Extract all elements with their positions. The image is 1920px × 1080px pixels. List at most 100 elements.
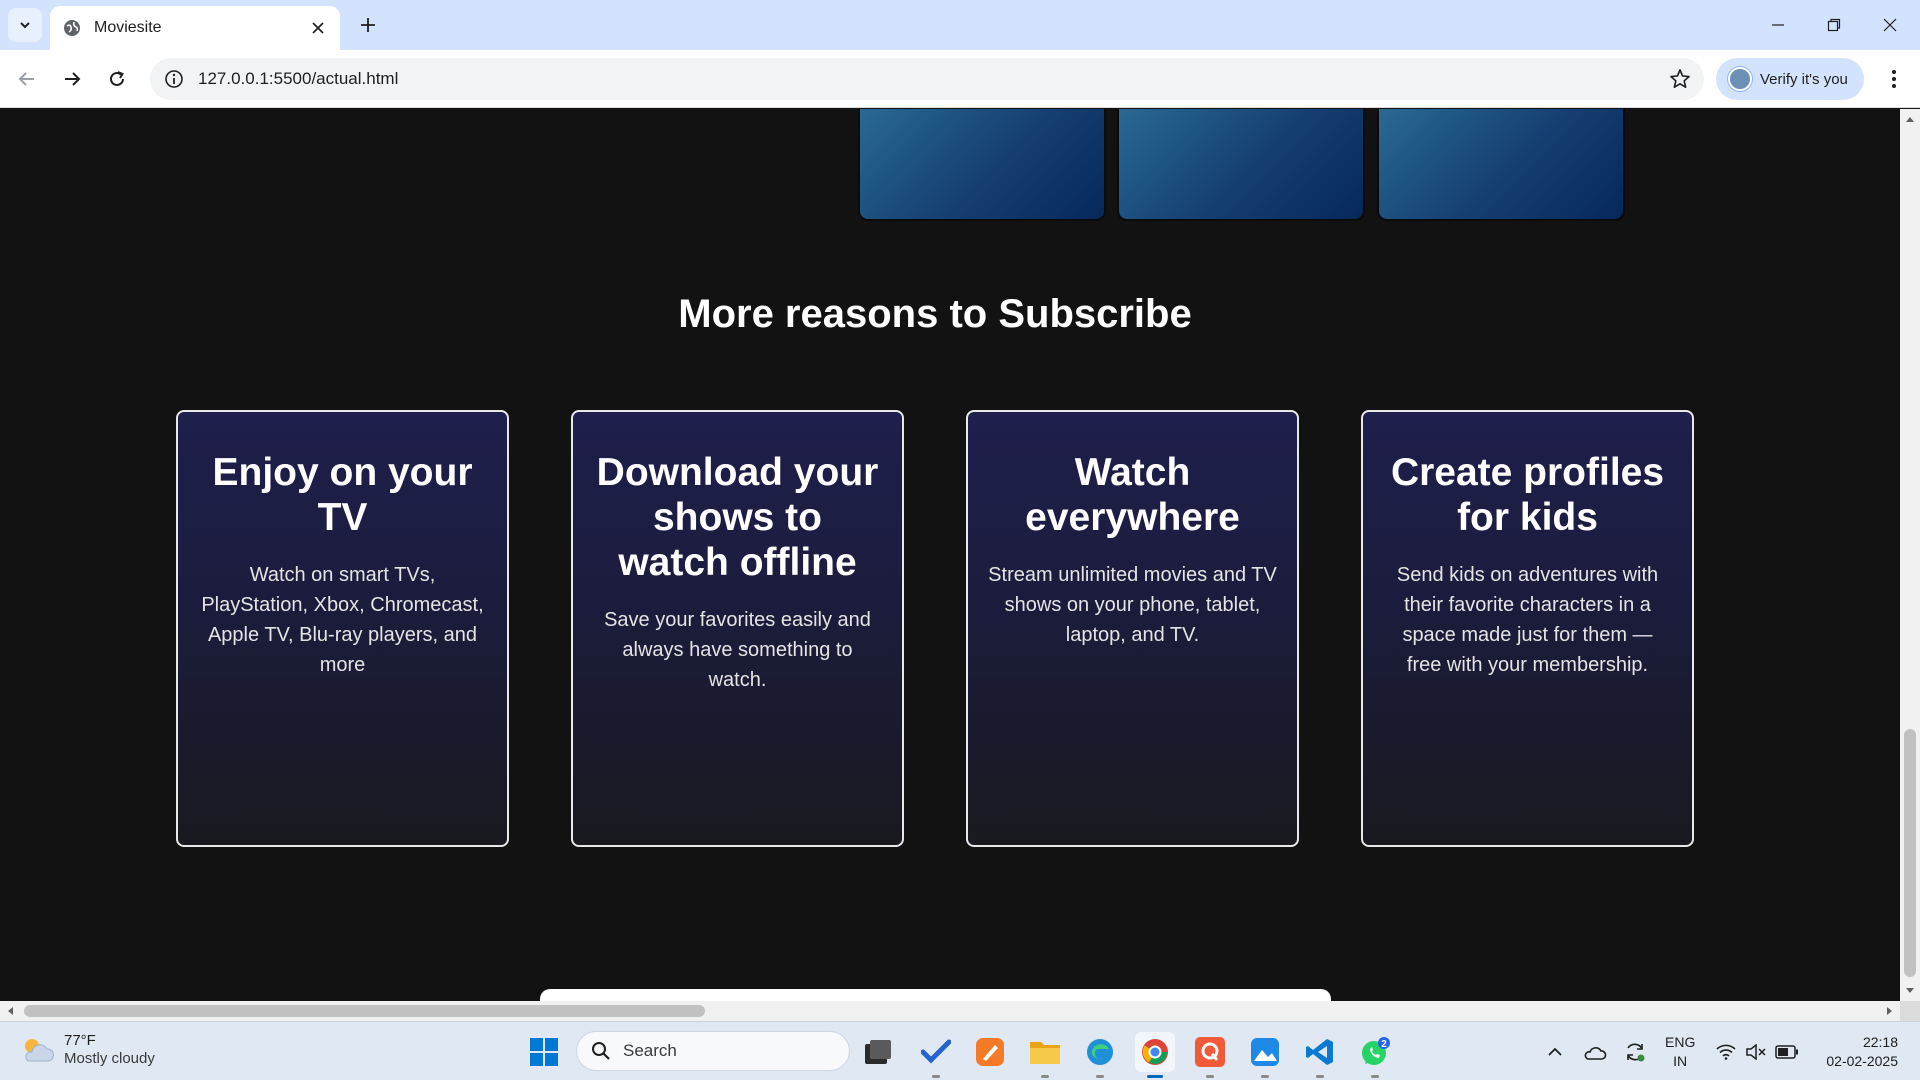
sync-status[interactable] bbox=[1618, 1022, 1652, 1080]
card-title: Download your shows to watch offline bbox=[596, 451, 879, 584]
card-text: Watch on smart TVs, PlayStation, Xbox, C… bbox=[201, 564, 484, 676]
vertical-scroll-thumb[interactable] bbox=[1904, 729, 1916, 977]
running-indicator bbox=[1206, 1075, 1214, 1078]
arrow-left-icon bbox=[18, 72, 34, 86]
forward-button[interactable] bbox=[54, 61, 90, 97]
section-heading: More reasons to Subscribe bbox=[678, 292, 1192, 336]
task-view-button[interactable] bbox=[858, 1032, 898, 1072]
scroll-right-arrow-icon[interactable] bbox=[1880, 1001, 1900, 1021]
restore-icon bbox=[1827, 18, 1841, 32]
page-viewport: More reasons to Subscribe Enjoy on your … bbox=[0, 109, 1900, 1001]
close-tab-icon[interactable] bbox=[308, 18, 328, 38]
card-text: Stream unlimited movies and TV shows on … bbox=[988, 564, 1277, 646]
clock-time: 22:18 bbox=[1862, 1034, 1898, 1050]
cloud-sync-icon bbox=[1584, 1046, 1607, 1060]
running-indicator bbox=[932, 1075, 940, 1078]
card-title: Enjoy on your TV bbox=[212, 451, 473, 539]
minimize-icon bbox=[1772, 24, 1784, 26]
photos-app-button[interactable] bbox=[1245, 1032, 1285, 1078]
onedrive-status[interactable] bbox=[1578, 1022, 1612, 1080]
browser-toolbar: 127.0.0.1:5500/actual.html Verify it's y… bbox=[0, 50, 1920, 108]
windows-start-button[interactable] bbox=[524, 1032, 564, 1072]
edge-icon bbox=[1087, 1039, 1113, 1065]
tab-search-button[interactable] bbox=[8, 8, 42, 42]
tab-strip: Moviesite bbox=[0, 0, 1920, 50]
volume-status[interactable] bbox=[1742, 1022, 1770, 1080]
input-language[interactable]: ENG IN bbox=[1665, 1033, 1695, 1071]
browser-tab[interactable]: Moviesite bbox=[50, 6, 340, 50]
battery-icon bbox=[1775, 1044, 1798, 1059]
q-app-button[interactable] bbox=[1190, 1032, 1230, 1078]
search-placeholder: Search bbox=[623, 1041, 677, 1060]
restore-button[interactable] bbox=[1806, 0, 1862, 50]
more-vertical-icon bbox=[1892, 70, 1896, 88]
profile-verify-button[interactable]: Verify it's you bbox=[1716, 58, 1864, 100]
scroll-left-arrow-icon[interactable] bbox=[0, 1001, 20, 1021]
photos-icon bbox=[1251, 1038, 1279, 1066]
weather-widget[interactable]: 77°F Mostly cloudy bbox=[20, 1032, 155, 1068]
whatsapp-icon: 2 bbox=[1362, 1037, 1390, 1065]
paint-app-button[interactable] bbox=[970, 1032, 1010, 1072]
notification-badge: 2 bbox=[1381, 1039, 1387, 1050]
running-indicator bbox=[1147, 1075, 1163, 1078]
plus-icon bbox=[361, 18, 375, 32]
chevron-up-icon bbox=[1548, 1047, 1562, 1056]
address-bar[interactable]: 127.0.0.1:5500/actual.html bbox=[150, 58, 1704, 100]
weather-condition: Mostly cloudy bbox=[64, 1050, 155, 1067]
task-view-icon bbox=[865, 1040, 891, 1064]
close-icon bbox=[1883, 18, 1897, 32]
globe-icon bbox=[62, 18, 82, 38]
vertical-scrollbar[interactable] bbox=[1900, 109, 1920, 1001]
partly-cloudy-icon bbox=[25, 1039, 54, 1062]
avatar bbox=[1728, 67, 1752, 91]
tab-title: Moviesite bbox=[94, 19, 162, 36]
minimize-button[interactable] bbox=[1750, 0, 1806, 50]
card-text: Save your favorites easily and always ha… bbox=[604, 609, 871, 691]
arrow-right-icon bbox=[65, 72, 81, 86]
reason-card: Download your shows to watch offline Sav… bbox=[571, 410, 904, 847]
next-section-panel bbox=[540, 989, 1331, 1001]
network-status[interactable] bbox=[1712, 1022, 1740, 1080]
battery-status[interactable] bbox=[1772, 1022, 1802, 1080]
vscode-icon bbox=[1306, 1039, 1333, 1065]
trending-thumbnail[interactable] bbox=[1377, 109, 1625, 221]
card-text: Send kids on adventures with their favor… bbox=[1396, 564, 1659, 676]
region-code: IN bbox=[1673, 1053, 1688, 1069]
back-button[interactable] bbox=[9, 61, 45, 97]
edge-browser-button[interactable] bbox=[1080, 1032, 1120, 1078]
search-icon bbox=[592, 1042, 610, 1060]
whatsapp-app-button[interactable]: 2 bbox=[1355, 1032, 1395, 1078]
chevron-down-icon bbox=[20, 22, 30, 29]
show-hidden-icons-button[interactable] bbox=[1540, 1022, 1570, 1080]
reload-button[interactable] bbox=[99, 61, 135, 97]
site-info-icon[interactable] bbox=[164, 69, 184, 89]
chrome-browser-button[interactable] bbox=[1135, 1032, 1175, 1078]
card-title: Create profiles for kids bbox=[1390, 451, 1665, 539]
reason-card: Enjoy on your TV Watch on smart TVs, Pla… bbox=[176, 410, 509, 847]
todo-icon bbox=[921, 1039, 951, 1064]
browser-menu-button[interactable] bbox=[1878, 63, 1910, 95]
scroll-up-arrow-icon[interactable] bbox=[1900, 109, 1920, 129]
taskbar-search[interactable]: Search bbox=[576, 1031, 850, 1071]
url-text[interactable]: 127.0.0.1:5500/actual.html bbox=[198, 69, 398, 89]
reason-card: Watch everywhere Stream unlimited movies… bbox=[966, 410, 1299, 847]
sync-icon bbox=[1627, 1043, 1645, 1061]
vscode-app-button[interactable] bbox=[1300, 1032, 1340, 1078]
horizontal-scrollbar[interactable] bbox=[0, 1001, 1900, 1021]
weather-temp: 77°F bbox=[64, 1032, 96, 1049]
app-q-icon bbox=[1195, 1037, 1225, 1067]
trending-thumbnail[interactable] bbox=[858, 109, 1106, 221]
system-clock[interactable]: 22:18 02-02-2025 bbox=[1810, 1033, 1898, 1071]
bookmark-star-icon[interactable] bbox=[1668, 67, 1692, 91]
clock-date: 02-02-2025 bbox=[1826, 1053, 1898, 1069]
file-explorer-button[interactable] bbox=[1025, 1032, 1065, 1078]
close-window-button[interactable] bbox=[1862, 0, 1918, 50]
horizontal-scroll-thumb[interactable] bbox=[24, 1005, 705, 1017]
todo-app-button[interactable] bbox=[916, 1032, 956, 1078]
scroll-down-arrow-icon[interactable] bbox=[1900, 981, 1920, 1001]
paint-icon bbox=[976, 1038, 1004, 1066]
wifi-icon bbox=[1716, 1044, 1736, 1060]
new-tab-button[interactable] bbox=[352, 9, 384, 41]
trending-thumbnail[interactable] bbox=[1117, 109, 1365, 221]
running-indicator bbox=[1371, 1075, 1379, 1078]
